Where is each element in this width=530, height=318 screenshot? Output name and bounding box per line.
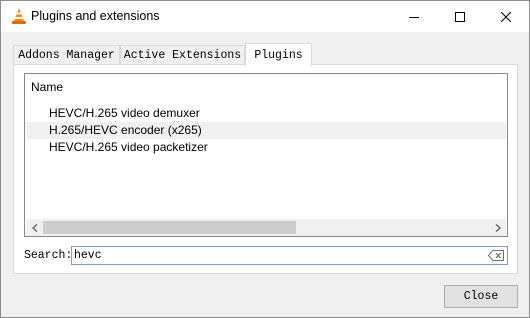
plugins-dialog: Plugins and extensions Addons Manager Ac… xyxy=(0,0,530,318)
plugins-list[interactable]: Name HEVC/H.265 video demuxer H.265/HEVC… xyxy=(24,73,508,237)
search-label: Search: xyxy=(24,249,73,262)
plugins-panel: Name HEVC/H.265 video demuxer H.265/HEVC… xyxy=(13,64,518,274)
tab-addons-manager[interactable]: Addons Manager xyxy=(13,45,120,65)
list-item[interactable]: H.265/HEVC encoder (x265) xyxy=(26,122,506,139)
horizontal-scrollbar[interactable] xyxy=(26,219,506,236)
list-item[interactable]: HEVC/H.265 video packetizer xyxy=(26,139,506,156)
clear-search-icon[interactable] xyxy=(487,248,505,263)
search-field[interactable] xyxy=(71,246,508,265)
tab-plugins[interactable]: Plugins xyxy=(245,43,312,66)
maximize-button[interactable] xyxy=(437,1,483,32)
scroll-right-button[interactable] xyxy=(489,219,506,236)
scroll-left-button[interactable] xyxy=(26,219,43,236)
close-button[interactable]: Close xyxy=(444,285,518,308)
title-bar[interactable]: Plugins and extensions xyxy=(1,1,529,32)
tab-active-extensions[interactable]: Active Extensions xyxy=(120,45,245,65)
chevron-right-icon xyxy=(495,223,501,232)
window-title: Plugins and extensions xyxy=(31,9,160,23)
chevron-left-icon xyxy=(31,223,37,232)
list-item[interactable]: HEVC/H.265 video demuxer xyxy=(26,105,506,122)
vlc-cone-icon xyxy=(11,7,27,25)
column-header-name[interactable]: Name xyxy=(31,80,63,94)
close-window-button[interactable] xyxy=(483,1,529,32)
maximize-icon xyxy=(455,11,465,22)
close-icon xyxy=(501,11,511,22)
minimize-button[interactable] xyxy=(391,1,437,32)
search-input[interactable] xyxy=(74,248,484,263)
scroll-thumb[interactable] xyxy=(43,221,296,234)
minimize-icon xyxy=(409,16,419,18)
